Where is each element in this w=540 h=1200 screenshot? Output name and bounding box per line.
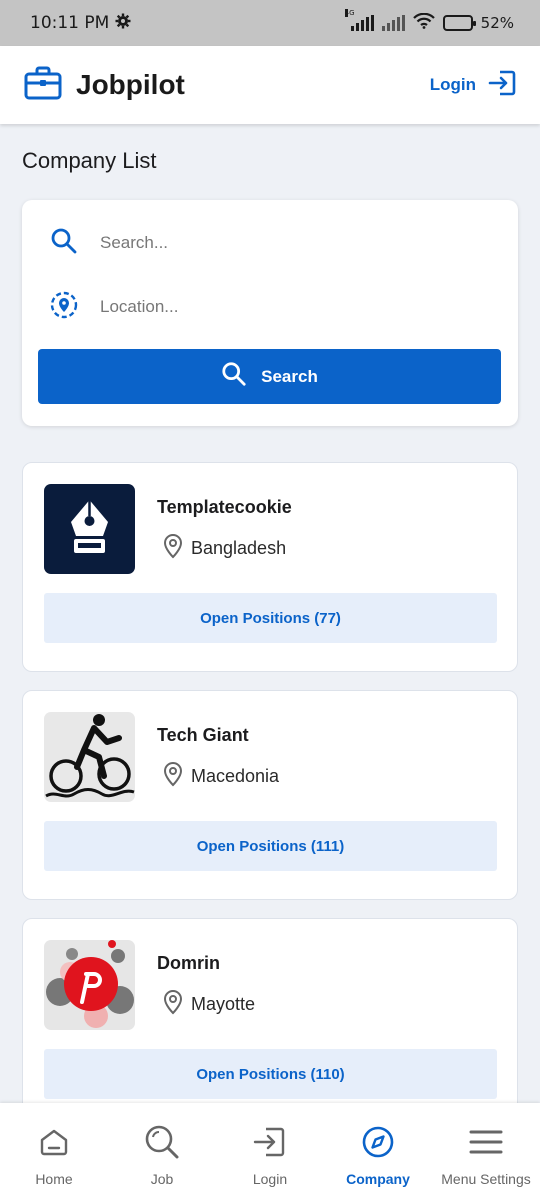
keyword-field	[50, 223, 460, 263]
nav-item-login[interactable]: Login	[216, 1103, 324, 1200]
status-bar: 10:11 PM 4G 52%	[0, 0, 540, 46]
status-right: 4G 52%	[344, 9, 514, 33]
company-location-text: Mayotte	[191, 994, 256, 1014]
open-positions-button[interactable]: Open Positions (110)	[44, 1049, 497, 1099]
nav-item-menu-settings[interactable]: Menu Settings	[432, 1103, 540, 1200]
bottom-nav: Home Job Login Company Menu Settings	[0, 1103, 540, 1200]
nav-label-home: Home	[35, 1171, 73, 1187]
location-pin-icon	[163, 989, 183, 1020]
search-button[interactable]: Search	[38, 349, 501, 404]
cell-signal-2-icon	[381, 15, 405, 31]
page-title: Company List	[22, 148, 157, 173]
company-logo-pinterest	[44, 940, 135, 1030]
company-logo-pen-nib	[44, 484, 135, 574]
location-target-icon	[50, 291, 78, 324]
header-login-link[interactable]: Login	[430, 68, 518, 103]
login-label: Login	[429, 75, 476, 94]
search-icon	[50, 227, 78, 260]
company-location: Macedonia	[163, 761, 279, 792]
battery-icon	[442, 15, 476, 31]
nav-label-menu-settings: Menu Settings	[441, 1171, 531, 1187]
search-icon	[144, 1123, 180, 1161]
nav-label-job: Job	[150, 1171, 174, 1187]
location-pin-icon	[163, 533, 183, 564]
status-left: 10:11 PM	[30, 13, 131, 34]
open-positions-button[interactable]: Open Positions (77)	[44, 593, 497, 643]
company-logo-cyclist	[44, 712, 135, 802]
company-location-text: Bangladesh	[191, 538, 287, 558]
settings-gear-icon	[115, 13, 131, 34]
nav-label-login: Login	[252, 1171, 288, 1187]
open-positions-button[interactable]: Open Positions (111)	[44, 821, 497, 871]
company-card[interactable]: Tech Giant Macedonia Open Positions (111…	[22, 690, 518, 900]
home-icon	[38, 1123, 70, 1161]
company-name[interactable]: Templatecookie	[157, 497, 292, 518]
network-type: 4G	[344, 9, 355, 17]
brand[interactable]: Jobpilot	[24, 66, 185, 105]
status-time: 10:11 PM	[30, 13, 110, 33]
menu-icon	[469, 1123, 503, 1161]
search-input[interactable]	[100, 233, 460, 253]
login-icon	[253, 1123, 287, 1161]
nav-label-company: Company	[346, 1171, 410, 1187]
compass-icon	[361, 1123, 395, 1161]
nav-item-job[interactable]: Job	[108, 1103, 216, 1200]
search-card: Search	[22, 200, 518, 426]
cell-signal-icon: 4G	[344, 9, 374, 31]
login-icon	[488, 68, 518, 103]
company-location: Bangladesh	[163, 533, 286, 564]
company-location-text: Macedonia	[191, 766, 280, 786]
briefcase-icon	[24, 66, 62, 105]
company-location: Mayotte	[163, 989, 255, 1020]
wifi-icon	[412, 12, 435, 33]
company-name[interactable]: Tech Giant	[157, 725, 249, 746]
company-name[interactable]: Domrin	[157, 953, 220, 974]
nav-item-home[interactable]: Home	[0, 1103, 108, 1200]
location-pin-icon	[163, 761, 183, 792]
search-button-label: Search	[261, 366, 318, 386]
company-card[interactable]: Domrin Mayotte Open Positions (110)	[22, 918, 518, 1128]
brand-name: Jobpilot	[76, 69, 185, 100]
search-button-icon	[221, 361, 247, 392]
location-input[interactable]	[100, 297, 460, 317]
app-header: Jobpilot Login	[0, 46, 540, 124]
company-card[interactable]: Templatecookie Bangladesh Open Positions…	[22, 462, 518, 672]
location-field	[50, 287, 460, 327]
battery-level: 52%	[480, 14, 514, 32]
nav-item-company[interactable]: Company	[324, 1103, 432, 1200]
